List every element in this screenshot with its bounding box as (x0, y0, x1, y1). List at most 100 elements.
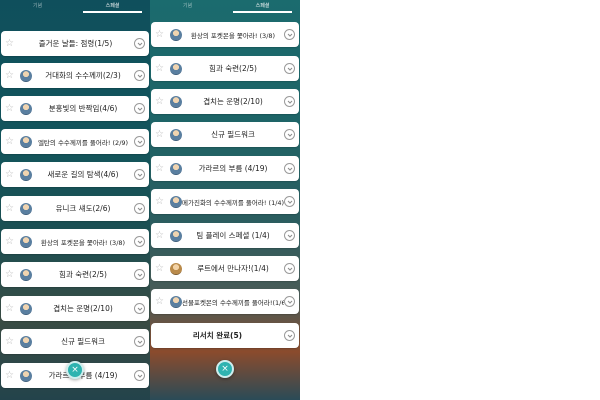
trainer-avatar-icon (170, 295, 182, 308)
research-item[interactable]: ☆ 분홍빛의 반짝임(4/6) (1, 96, 149, 121)
star-icon[interactable]: ☆ (5, 169, 17, 180)
research-item-label: 분홍빛의 반짝임(4/6) (48, 104, 118, 113)
chevron-down-icon[interactable] (134, 203, 145, 214)
research-item[interactable]: ☆ 힘과 숙련(2/5) (1, 262, 149, 287)
star-icon[interactable]: ☆ (5, 303, 17, 314)
chevron-down-icon[interactable] (284, 96, 295, 107)
trainer-avatar-icon (170, 28, 182, 41)
research-item[interactable]: ☆ 거대화의 수수께끼(2/3) (1, 63, 149, 88)
trainer-avatar-icon (170, 95, 182, 108)
star-icon[interactable]: ☆ (5, 136, 17, 147)
research-item-label: 거대화의 수수께끼(2/3) (45, 71, 121, 80)
close-icon: × (71, 365, 79, 375)
research-item-label: 팀 플레이 스페셜 (1/4) (196, 231, 270, 240)
close-button[interactable]: × (216, 360, 234, 378)
star-icon[interactable]: ☆ (155, 296, 167, 307)
star-icon[interactable]: ☆ (155, 129, 167, 140)
trainer-avatar-icon (20, 135, 32, 148)
research-item-label: 즐거운 날들: 점령(1/5) (38, 39, 113, 48)
star-icon[interactable]: ☆ (5, 203, 17, 214)
tab-special[interactable]: 스페셜 (225, 0, 300, 14)
research-item[interactable]: ☆ 선물포켓몬의 수수께끼를 풀어라!(1/6) (151, 289, 299, 314)
research-item[interactable]: ☆ 즐거운 날들: 점령(1/5) (1, 31, 149, 56)
research-item-label: 힘과 숙련(2/5) (209, 64, 257, 73)
chevron-down-icon[interactable] (284, 196, 295, 207)
close-button[interactable]: × (66, 361, 84, 379)
trainer-avatar-icon (20, 168, 32, 181)
chevron-down-icon[interactable] (134, 70, 145, 81)
chevron-down-icon[interactable] (134, 336, 145, 347)
research-item-label: 엘탄의 수수께끼를 풀어라! (2/9) (37, 138, 129, 147)
trainer-avatar-icon (20, 202, 32, 215)
chevron-down-icon[interactable] (134, 269, 145, 280)
research-item[interactable]: ☆ 메가진화의 수수께끼를 풀어라! (1/4) (151, 189, 299, 214)
research-item[interactable]: ☆ 환상의 포켓몬을 쫓아라! (3/8) (151, 22, 299, 47)
research-item-label: 리서치 완료(5) (192, 331, 243, 340)
tab-events[interactable]: 기념 (150, 0, 225, 14)
research-item[interactable]: ☆ 유니크 섀도(2/6) (1, 196, 149, 221)
trainer-avatar-icon (20, 102, 32, 115)
star-icon[interactable]: ☆ (155, 96, 167, 107)
research-item-label: 새로운 길의 탐색(4/6) (47, 170, 119, 179)
trainer-avatar-icon (20, 235, 32, 248)
star-icon[interactable]: ☆ (155, 230, 167, 241)
chevron-down-icon[interactable] (134, 103, 145, 114)
research-item-label: 힘과 숙련(2/5) (59, 270, 107, 279)
star-icon[interactable]: ☆ (5, 236, 17, 247)
star-icon[interactable]: ☆ (155, 63, 167, 74)
chevron-down-icon[interactable] (284, 163, 295, 174)
chevron-down-icon[interactable] (284, 29, 295, 40)
star-icon[interactable]: ☆ (5, 103, 17, 114)
research-item[interactable]: ☆ 팀 플레이 스페셜 (1/4) (151, 223, 299, 248)
chevron-down-icon[interactable] (284, 230, 295, 241)
star-icon[interactable]: ☆ (5, 269, 17, 280)
chevron-down-icon[interactable] (134, 303, 145, 314)
research-item[interactable]: ☆ 신규 필드워크 (1, 329, 149, 354)
star-icon[interactable]: ☆ (5, 336, 17, 347)
star-icon[interactable]: ☆ (5, 38, 17, 49)
trainer-avatar-icon (20, 369, 32, 382)
trainer-avatar-icon (170, 229, 182, 242)
chevron-down-icon[interactable] (284, 330, 295, 341)
star-icon[interactable]: ☆ (5, 70, 17, 81)
research-item[interactable]: ☆ 신규 필드워크 (151, 122, 299, 147)
chevron-down-icon[interactable] (134, 38, 145, 49)
research-panel-right: 기념 스페셜 ☆ 환상의 포켓몬을 쫓아라! (3/8) ☆ 힘과 숙련(2/5… (150, 0, 300, 400)
research-item[interactable]: ☆ 루트에서 만나자!(1/4) (151, 256, 299, 281)
research-item-label: 신규 필드워크 (211, 130, 255, 139)
research-item[interactable]: ☆ 가라르의 부름 (4/19) (151, 156, 299, 181)
trainer-avatar-icon (20, 302, 32, 315)
research-item[interactable]: ☆ 힘과 숙련(2/5) (151, 56, 299, 81)
research-item[interactable]: ☆ 겹치는 운명(2/10) (151, 89, 299, 114)
research-item[interactable]: ☆ 겹치는 운명(2/10) (1, 296, 149, 321)
trainer-avatar-icon (170, 62, 182, 75)
star-icon[interactable]: ☆ (155, 163, 167, 174)
research-item[interactable]: ☆ 새로운 길의 탐색(4/6) (1, 162, 149, 187)
chevron-down-icon[interactable] (284, 63, 295, 74)
trainer-avatar-icon (170, 162, 182, 175)
star-icon[interactable]: ☆ (155, 196, 167, 207)
research-item[interactable]: ☆ 엘탄의 수수께끼를 풀어라! (2/9) (1, 129, 149, 154)
research-item-label: 환상의 포켓몬을 쫓아라! (3/8) (190, 31, 276, 40)
close-icon: × (221, 364, 229, 374)
trainer-avatar-icon (20, 69, 32, 82)
research-item-label: 겹치는 운명(2/10) (53, 304, 113, 313)
tab-events[interactable]: 기념 (0, 0, 75, 14)
tab-bar: 기념 스페셜 (0, 0, 150, 14)
trainer-avatar-icon (170, 195, 182, 208)
chevron-down-icon[interactable] (284, 296, 295, 307)
chevron-down-icon[interactable] (284, 129, 295, 140)
trainer-avatar-icon (170, 128, 182, 141)
chevron-down-icon[interactable] (134, 136, 145, 147)
research-item[interactable]: ☆ 환상의 포켓몬을 쫓아라! (3/8) (1, 229, 149, 254)
star-icon[interactable]: ☆ (155, 263, 167, 274)
chevron-down-icon[interactable] (134, 370, 145, 381)
star-icon[interactable]: ☆ (5, 370, 17, 381)
research-item-label: 루트에서 만나자!(1/4) (197, 264, 269, 273)
star-icon[interactable]: ☆ (155, 29, 167, 40)
chevron-down-icon[interactable] (284, 263, 295, 274)
research-complete-item[interactable]: 리서치 완료(5) (151, 323, 299, 348)
chevron-down-icon[interactable] (134, 236, 145, 247)
chevron-down-icon[interactable] (134, 169, 145, 180)
tab-special[interactable]: 스페셜 (75, 0, 150, 14)
